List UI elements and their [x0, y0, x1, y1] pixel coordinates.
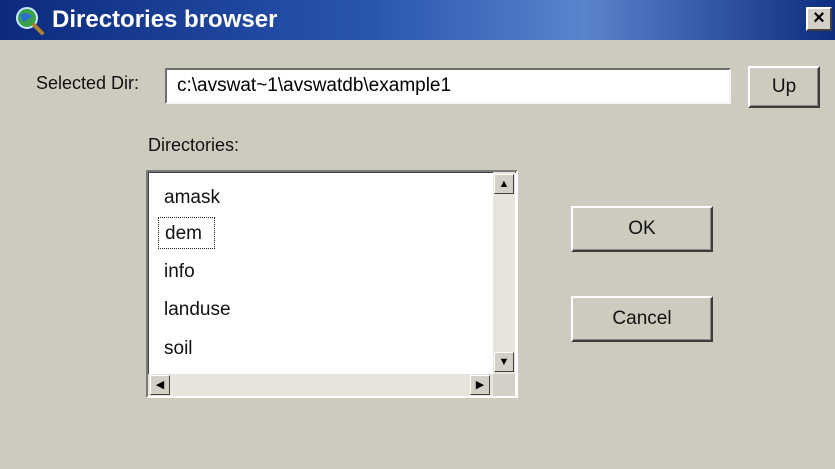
- close-button[interactable]: ×: [806, 7, 832, 31]
- ok-button[interactable]: OK: [571, 206, 713, 252]
- cancel-button[interactable]: Cancel: [571, 296, 713, 342]
- list-item-soil[interactable]: soil: [158, 333, 205, 365]
- directories-label: Directories:: [148, 135, 240, 155]
- horizontal-scrollbar[interactable]: ◀ ▶: [148, 374, 493, 396]
- selected-dir-label: Selected Dir:: [36, 73, 140, 93]
- scroll-right-icon[interactable]: ▶: [470, 375, 490, 395]
- selected-dir-field[interactable]: c:\avswat~1\avswatdb\example1: [165, 68, 731, 104]
- scroll-down-icon[interactable]: ▼: [494, 352, 514, 372]
- globe-magnifier-icon: [16, 7, 44, 35]
- vertical-scrollbar[interactable]: ▲ ▼: [493, 172, 515, 374]
- list-item-info[interactable]: info: [158, 256, 207, 288]
- list-item-landuse[interactable]: landuse: [158, 294, 243, 326]
- list-item-amask[interactable]: amask: [158, 182, 232, 214]
- title-bar[interactable]: Directories browser ×: [0, 0, 835, 40]
- window-title: Directories browser: [52, 6, 278, 33]
- scroll-left-icon[interactable]: ◀: [150, 375, 170, 395]
- scrollbar-corner: [493, 374, 515, 396]
- scroll-up-icon[interactable]: ▲: [494, 174, 514, 194]
- directories-list[interactable]: amask dem info landuse soil: [146, 170, 518, 398]
- list-item-dem[interactable]: dem: [158, 217, 215, 249]
- up-button[interactable]: Up: [748, 66, 820, 108]
